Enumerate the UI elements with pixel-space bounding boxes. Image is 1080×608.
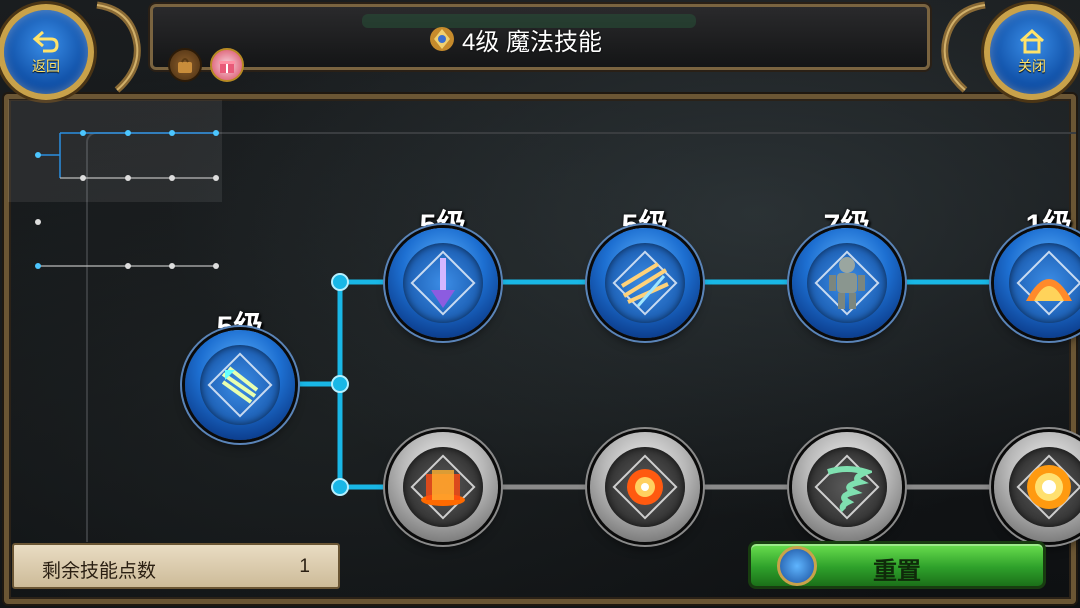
ice-shards-icon <box>605 243 685 323</box>
fire-wall-icon <box>1009 243 1080 323</box>
explosion-icon <box>1009 447 1080 527</box>
reset-button-label: 重置 <box>873 558 921 585</box>
reset-button[interactable]: 重置 <box>748 541 1046 589</box>
remaining-points-panel: 剩余技能点数 1 <box>12 543 340 589</box>
skill-tree-connections <box>35 130 1080 496</box>
skill-node-bottom-3[interactable] <box>792 432 902 542</box>
golem-icon <box>807 243 887 323</box>
skill-node-bottom-2[interactable] <box>590 432 700 542</box>
skill-node-top-1[interactable] <box>388 228 498 338</box>
skill-node-root[interactable] <box>185 330 295 440</box>
remaining-points-label: 剩余技能点数 <box>42 561 157 582</box>
flame-pillar-icon <box>403 447 483 527</box>
reset-icon <box>777 546 817 586</box>
skill-node-bottom-1[interactable] <box>388 432 498 542</box>
skill-node-top-2[interactable] <box>590 228 700 338</box>
arrow-volley-icon <box>200 345 280 425</box>
arrow-down-icon <box>403 243 483 323</box>
remaining-points-value: 1 <box>299 556 310 577</box>
skill-node-top-3[interactable] <box>792 228 902 338</box>
fireball-icon <box>605 447 685 527</box>
minimap-lines <box>35 130 219 269</box>
tornado-icon <box>807 447 887 527</box>
